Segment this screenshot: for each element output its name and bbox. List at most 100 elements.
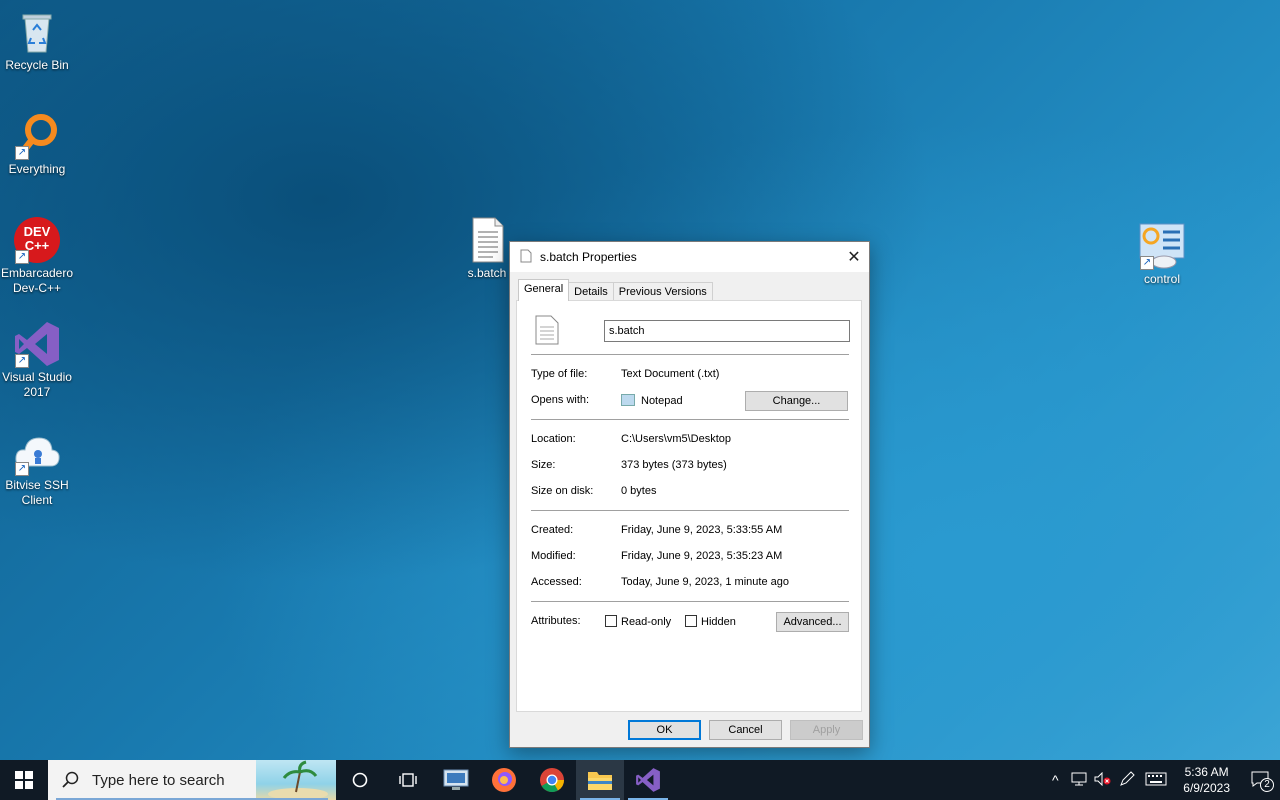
- recycle-bin-icon: [13, 8, 61, 56]
- chevron-up-icon[interactable]: ^: [1043, 772, 1067, 788]
- modified-row: Modified: Friday, June 9, 2023, 5:35:23 …: [531, 550, 782, 562]
- advanced-button[interactable]: Advanced...: [776, 612, 849, 632]
- visual-studio-icon: ↗: [13, 320, 61, 368]
- search-highlight-island-icon: [256, 760, 336, 800]
- accessed-value: Today, June 9, 2023, 1 minute ago: [621, 576, 789, 588]
- cancel-button[interactable]: Cancel: [709, 720, 782, 740]
- desktop-icon-label: Embarcadero Dev-C++: [0, 266, 74, 295]
- taskbar-app-remote-desktop[interactable]: [432, 760, 480, 800]
- general-panel: Type of file: Text Document (.txt) Opens…: [516, 300, 862, 712]
- desktop-icon-label: Everything: [8, 162, 66, 176]
- dialog-title: s.batch Properties: [540, 250, 637, 264]
- hidden-checkbox[interactable]: Hidden: [685, 615, 736, 628]
- task-view-icon: [399, 773, 417, 787]
- tab-details[interactable]: Details: [568, 282, 614, 301]
- location-label: Location:: [531, 433, 576, 445]
- tab-strip: General Details Previous Versions: [518, 279, 713, 301]
- separator: [531, 419, 849, 420]
- magnifier-icon: ↗: [13, 112, 61, 160]
- clock[interactable]: 5:36 AM 6/9/2023: [1183, 764, 1230, 796]
- type-label: Type of file:: [531, 368, 588, 380]
- dialog-file-icon: [520, 249, 532, 266]
- start-button[interactable]: [0, 760, 48, 800]
- change-button[interactable]: Change...: [745, 391, 848, 411]
- shortcut-arrow-icon: ↗: [15, 250, 29, 264]
- size-disk-label: Size on disk:: [531, 485, 594, 497]
- hidden-checkbox-box[interactable]: [685, 615, 697, 627]
- desktop-icon-label: control: [1143, 272, 1181, 286]
- modified-value: Friday, June 9, 2023, 5:35:23 AM: [621, 550, 783, 562]
- tab-general[interactable]: General: [518, 279, 570, 301]
- desktop-icon-recycle-bin[interactable]: Recycle Bin: [0, 8, 74, 73]
- location-value: C:\Users\vm5\Desktop: [621, 433, 732, 445]
- readonly-checkbox[interactable]: Read-only: [605, 615, 671, 628]
- tab-previous-versions[interactable]: Previous Versions: [612, 282, 713, 301]
- ok-button[interactable]: OK: [628, 720, 701, 740]
- taskbar-app-file-explorer[interactable]: [576, 760, 624, 800]
- search-box[interactable]: Type here to search: [48, 760, 336, 800]
- size-value: 373 bytes (373 bytes): [621, 459, 727, 471]
- opens-label: Opens with:: [531, 394, 590, 406]
- opens-app-name: Notepad: [641, 395, 683, 407]
- system-tray: ^ 5:36 AM 6/9/2023 2: [1043, 760, 1280, 800]
- separator: [531, 601, 849, 602]
- readonly-label: Read-only: [621, 616, 672, 628]
- type-value: Text Document (.txt): [621, 368, 720, 380]
- created-row: Created: Friday, June 9, 2023, 5:33:55 A…: [531, 524, 782, 536]
- type-row: Type of file: Text Document (.txt): [531, 368, 719, 380]
- devcpp-icon: DEV C++ ↗: [13, 216, 61, 264]
- taskbar: Type here to search ^ 5:36 AM 6/9/2023 2: [0, 760, 1280, 800]
- chrome-icon: [540, 768, 564, 793]
- pen-icon[interactable]: [1115, 770, 1139, 790]
- action-center-button[interactable]: 2: [1240, 771, 1280, 792]
- devcpp-logo-text: DEV C++: [23, 224, 51, 253]
- search-placeholder: Type here to search: [92, 771, 225, 789]
- visual-studio-taskbar-icon: [636, 768, 660, 792]
- readonly-checkbox-box[interactable]: [605, 615, 617, 627]
- control-panel-icon: ↗: [1138, 222, 1186, 270]
- taskbar-app-visual-studio[interactable]: [624, 760, 672, 800]
- dialog-title-bar[interactable]: s.batch Properties ✕: [510, 242, 869, 272]
- task-view-button[interactable]: [384, 760, 432, 800]
- notification-count: 2: [1260, 777, 1274, 792]
- desktop-icon-label: Recycle Bin: [5, 58, 69, 72]
- search-icon: [62, 771, 79, 788]
- apply-button[interactable]: Apply: [790, 720, 863, 740]
- properties-dialog: s.batch Properties ✕ General Details Pre…: [509, 241, 870, 748]
- cortana-button[interactable]: [336, 760, 384, 800]
- desktop-icon-label: Bitvise SSH Client: [5, 478, 69, 507]
- notepad-icon: [621, 394, 635, 406]
- close-icon[interactable]: ✕: [839, 242, 869, 272]
- large-file-icon: [535, 315, 559, 348]
- taskbar-app-firefox[interactable]: [480, 760, 528, 800]
- opens-value: Notepad: [621, 394, 683, 407]
- volume-muted-icon[interactable]: [1091, 771, 1115, 789]
- keyboard-icon[interactable]: [1139, 772, 1173, 789]
- firefox-icon: [492, 768, 516, 792]
- taskbar-app-chrome[interactable]: [528, 760, 576, 800]
- created-label: Created:: [531, 524, 574, 536]
- desktop-icon-devcpp[interactable]: DEV C++ ↗ Embarcadero Dev-C++: [0, 216, 74, 296]
- shortcut-arrow-icon: ↗: [15, 462, 29, 476]
- desktop-icon-label: Visual Studio 2017: [2, 370, 72, 399]
- desktop-icon-visual-studio[interactable]: ↗ Visual Studio 2017: [0, 320, 74, 400]
- folder-icon: [588, 772, 612, 790]
- filename-input[interactable]: [604, 320, 850, 342]
- desktop-icon-control[interactable]: ↗ control: [1125, 222, 1199, 287]
- modified-label: Modified:: [531, 550, 576, 562]
- text-file-icon: [463, 216, 511, 264]
- network-icon[interactable]: [1067, 772, 1091, 789]
- desktop-icon-everything[interactable]: ↗ Everything: [0, 112, 74, 177]
- clock-time: 5:36 AM: [1184, 765, 1229, 779]
- created-value: Friday, June 9, 2023, 5:33:55 AM: [621, 524, 783, 536]
- size-row: Size: 373 bytes (373 bytes): [531, 459, 727, 471]
- shortcut-arrow-icon: ↗: [15, 354, 29, 368]
- desktop-icon-bitvise[interactable]: ↗ Bitvise SSH Client: [0, 428, 74, 508]
- separator: [531, 354, 849, 355]
- accessed-label: Accessed:: [531, 576, 582, 588]
- location-row: Location: C:\Users\vm5\Desktop: [531, 433, 731, 445]
- cloud-icon: ↗: [13, 428, 61, 476]
- size-label: Size:: [531, 459, 556, 471]
- remote-desktop-icon: [443, 769, 469, 790]
- shortcut-arrow-icon: ↗: [1140, 256, 1154, 270]
